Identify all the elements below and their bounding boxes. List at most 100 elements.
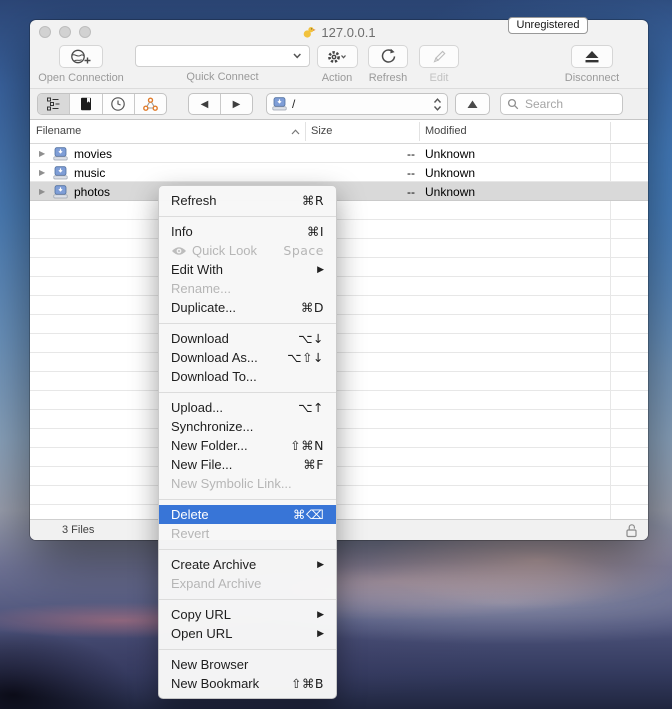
menu-item-label: Rename... [171,281,231,296]
forward-button[interactable]: ▶ [221,94,252,114]
popup-stepper-icon [433,98,442,111]
menu-item-new-browser[interactable]: New Browser [159,655,336,674]
menu-separator [159,216,336,217]
refresh-button[interactable]: Refresh [361,45,415,84]
back-button[interactable]: ◀ [189,94,221,114]
menu-item-refresh[interactable]: Refresh ⌘R [159,191,336,210]
menu-item-label: New File... [171,457,232,472]
menu-item-label: New Browser [171,657,248,672]
path-popup-button[interactable]: / [266,93,448,115]
unregistered-badge[interactable]: Unregistered [508,17,588,34]
menu-item-open-url[interactable]: Open URL▶ [159,624,336,643]
remote-folder-icon [53,185,68,199]
open-connection-label: Open Connection [38,72,124,84]
menu-separator [159,499,336,500]
cyberduck-proxy-icon [302,25,316,39]
menu-item-label: Download To... [171,369,257,384]
column-header-size[interactable]: Size [311,125,332,137]
refresh-icon [380,48,397,65]
menu-item-synchronize[interactable]: Synchronize... [159,417,336,436]
browser-window: 127.0.0.1 Open Connection Qui [30,20,648,540]
file-row-movies[interactable]: ▶ movies--Unknown [30,144,648,163]
disclosure-triangle-icon[interactable]: ▶ [39,168,47,177]
menu-item-label: Upload... [171,400,223,415]
search-icon [507,98,519,110]
search-input[interactable] [523,96,616,112]
menu-item-new-file[interactable]: New File...⌘F [159,455,336,474]
menu-item-quick-look: Quick LookSpace [159,241,336,260]
up-arrow-icon [467,100,478,109]
menu-item-shortcut: ⌘R [302,193,324,208]
menu-item-label: Create Archive [171,557,256,572]
file-list: ▶ movies--Unknown▶ music--Unknown▶ photo… [30,144,648,519]
menu-item-new-symbolic-link: New Symbolic Link... [159,474,336,493]
menu-item-label: Open URL [171,626,232,641]
toolbar: Open Connection Quick Connect Action [30,44,648,88]
file-row-photos[interactable]: ▶ photos--Unknown [30,182,648,201]
menu-item-duplicate[interactable]: Duplicate...⌘D [159,298,336,317]
view-mode-segmented-control [37,93,167,115]
pencil-icon [431,49,447,65]
remote-folder-icon [53,166,68,180]
bonjour-icon [142,97,159,112]
menu-item-label: Synchronize... [171,419,253,434]
menu-separator [159,549,336,550]
menu-item-upload[interactable]: Upload...⌥↑ [159,398,336,417]
menu-item-info[interactable]: Info⌘I [159,222,336,241]
column-divider[interactable] [419,122,420,141]
column-header-modified[interactable]: Modified [425,125,467,137]
menu-item-download[interactable]: Download⌥↓ [159,329,336,348]
bonjour-view-button[interactable] [135,94,166,114]
menu-separator [159,323,336,324]
menu-item-label: Revert [171,526,209,541]
menu-item-label: Duplicate... [171,300,236,315]
filename-cell[interactable]: music [74,166,105,180]
column-divider[interactable] [610,122,611,141]
filename-cell[interactable]: photos [74,185,110,199]
menu-item-download-as[interactable]: Download As...⌥⇧↓ [159,348,336,367]
menu-item-label: New Bookmark [171,676,259,691]
file-row-music[interactable]: ▶ music--Unknown [30,163,648,182]
context-menu: Refresh ⌘R Info⌘I Quick LookSpaceEdit With… [158,185,337,699]
eject-icon [583,50,601,64]
quick-connect-input[interactable] [136,49,292,63]
menu-item-shortcut: ⌘⌫ [293,507,324,522]
menu-item-download-to[interactable]: Download To... [159,367,336,386]
menu-separator [159,599,336,600]
disconnect-button[interactable]: Disconnect [556,45,628,84]
menu-item-create-archive[interactable]: Create Archive ▶ [159,555,336,574]
quick-connect-combobox[interactable] [135,45,310,67]
menu-item-label: Copy URL [171,607,231,622]
parent-directory-button[interactable] [455,93,490,115]
menu-item-shortcut: Space [283,243,324,258]
forward-arrow-icon: ▶ [233,99,241,110]
column-divider[interactable] [305,122,306,141]
size-cell: -- [305,147,415,161]
history-view-button[interactable] [103,94,135,114]
status-bar: 3 Files [30,519,648,540]
bookmarks-icon [80,97,92,111]
menu-item-shortcut: ⌥⇧↓ [287,350,324,365]
refresh-label: Refresh [361,72,415,84]
search-field[interactable] [500,93,623,115]
menu-item-new-folder[interactable]: New Folder...⇧⌘N [159,436,336,455]
menu-separator [159,649,336,650]
column-header-filename[interactable]: Filename [36,125,81,137]
history-nav-segmented-control: ◀ ▶ [188,93,253,115]
outline-view-button[interactable] [38,94,70,114]
menu-item-label: Refresh [171,193,217,208]
menu-item-delete[interactable]: Delete⌘⌫ [159,505,336,524]
disclosure-triangle-icon[interactable]: ▶ [39,149,47,158]
back-arrow-icon: ◀ [201,99,209,110]
disclosure-triangle-icon[interactable]: ▶ [39,187,47,196]
filename-cell[interactable]: movies [74,147,112,161]
open-connection-button[interactable]: Open Connection [38,45,124,84]
submenu-arrow-icon: ▶ [317,559,324,570]
menu-item-new-bookmark[interactable]: New Bookmark⇧⌘B [159,674,336,693]
bookmarks-view-button[interactable] [70,94,102,114]
remote-folder-icon [53,147,68,161]
menu-item-edit-with[interactable]: Edit With▶ [159,260,336,279]
window-title: 127.0.0.1 [321,25,375,40]
quick-connect-label: Quick Connect [135,71,310,83]
menu-item-copy-url[interactable]: Copy URL▶ [159,605,336,624]
